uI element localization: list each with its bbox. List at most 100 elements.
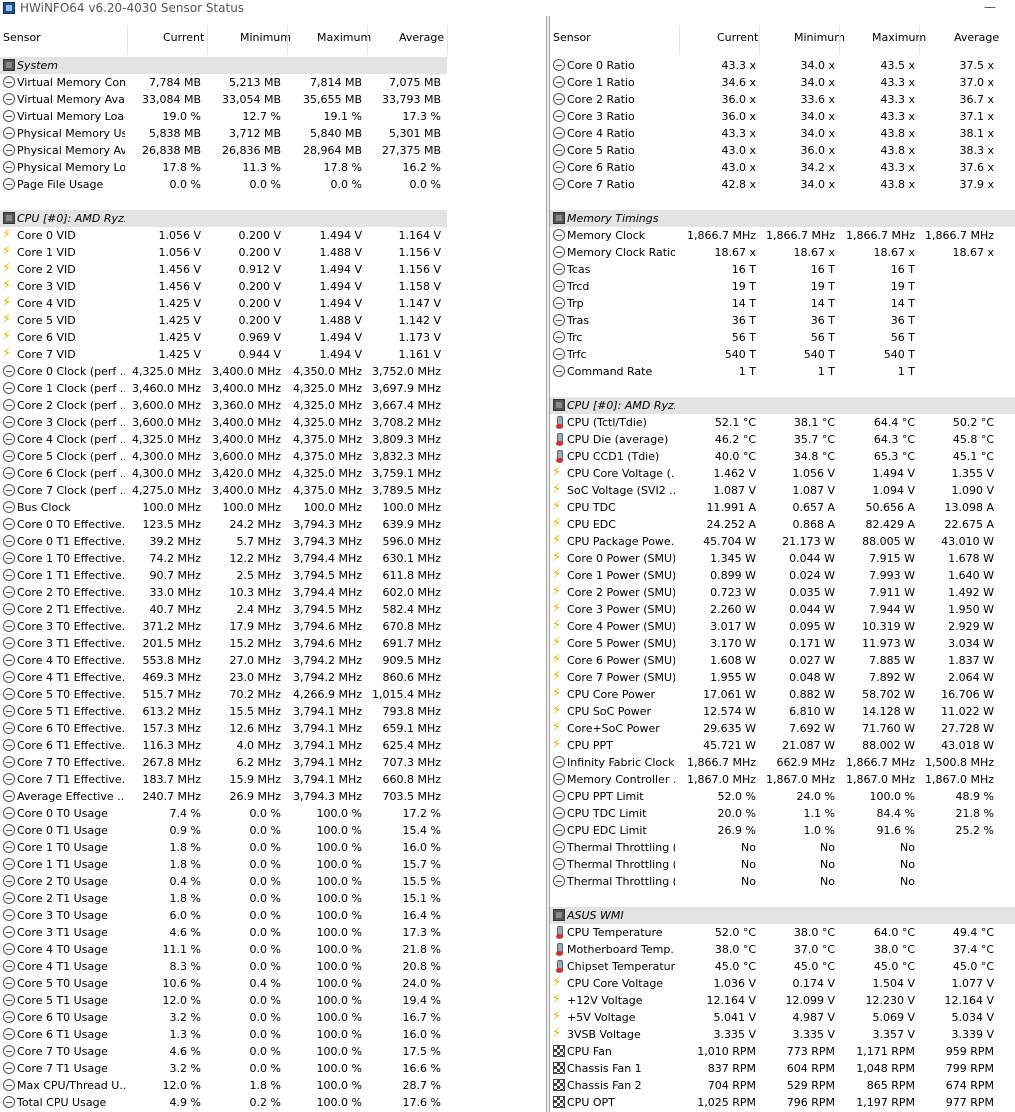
sensor-row[interactable]: Max CPU/Thread U... 12.0 % 1.8 % 100.0 % 28.…	[0, 1077, 546, 1094]
sensor-row[interactable]: Virtual Memory Avai... 33,084 MB 33,054 MB…	[0, 91, 546, 108]
sensor-row[interactable]: Core 4 Clock (perf ... 4,325.0 MHz 3,400.0…	[0, 431, 546, 448]
sensor-row[interactable]: Trp 14 T 14 T 14 T	[550, 295, 1015, 312]
sensor-row[interactable]: Thermal Throttling (... No No No	[550, 856, 1015, 873]
sensor-group-header[interactable]: System	[0, 57, 546, 74]
sensor-row[interactable]: CPU SoC Power 12.574 W 6.810 W 14.128 W 11.0…	[550, 703, 1015, 720]
sensor-row[interactable]: Core 7 VID 1.425 V 0.944 V 1.494 V 1.161 V	[0, 346, 546, 363]
sensor-row[interactable]: CPU Temperature 52.0 °C 38.0 °C 64.0 °C 49.4…	[550, 924, 1015, 941]
sensor-row[interactable]: Command Rate 1 T 1 T 1 T	[550, 363, 1015, 380]
sensor-row[interactable]: Core 2 T1 Usage 1.8 % 0.0 % 100.0 % 15.1 %	[0, 890, 546, 907]
sensor-row[interactable]: Core 5 Clock (perf ... 4,300.0 MHz 3,600.0…	[0, 448, 546, 465]
sensor-row[interactable]: Memory Controller ... 1,867.0 MHz 1,867.0 …	[550, 771, 1015, 788]
sensor-row[interactable]: CPU Package Powe... 45.704 W 21.173 W 88.00…	[550, 533, 1015, 550]
sensor-row[interactable]: Core 5 T1 Usage 12.0 % 0.0 % 100.0 % 19.4 %	[0, 992, 546, 1009]
sensor-row[interactable]: Trc 56 T 56 T 56 T	[550, 329, 1015, 346]
sensor-row[interactable]: Chassis Fan 2 704 RPM 529 RPM 865 RPM 674 RP…	[550, 1077, 1015, 1094]
sensor-row[interactable]: Core 2 T0 Effective... 33.0 MHz 10.3 MHz 3,…	[0, 584, 546, 601]
sensor-row[interactable]: Core 3 T0 Effective... 371.2 MHz 17.9 MHz 3…	[0, 618, 546, 635]
sensor-row[interactable]: Core 2 Clock (perf ... 3,600.0 MHz 3,360.0…	[0, 397, 546, 414]
sensor-row[interactable]: Physical Memory Av... 26,838 MB 26,836 MB 2…	[0, 142, 546, 159]
sensor-row[interactable]: Core 6 Ratio 43.0 x 34.2 x 43.3 x 37.6 x	[550, 159, 1015, 176]
sensor-row[interactable]: Virtual Memory Load 19.0 % 12.7 % 19.1 % 17.…	[0, 108, 546, 125]
sensor-row[interactable]: CPU EDC Limit 26.9 % 1.0 % 91.6 % 25.2 %	[550, 822, 1015, 839]
sensor-row[interactable]: Bus Clock 100.0 MHz 100.0 MHz 100.0 MHz 100.…	[0, 499, 546, 516]
sensor-row[interactable]: Infinity Fabric Clock... 1,866.7 MHz 662.9…	[550, 754, 1015, 771]
sensor-row[interactable]: Memory Clock Ratio 18.67 x 18.67 x 18.67 x 1…	[550, 244, 1015, 261]
sensor-group-header[interactable]: Memory Timings	[550, 210, 1015, 227]
sensor-row[interactable]: Trcd 19 T 19 T 19 T	[550, 278, 1015, 295]
header-average[interactable]: Average	[954, 31, 999, 44]
sensor-row[interactable]: +12V Voltage 12.164 V 12.099 V 12.230 V 12.1…	[550, 992, 1015, 1009]
sensor-row[interactable]: Core 4 T0 Effective... 553.8 MHz 27.0 MHz 3…	[0, 652, 546, 669]
sensor-row[interactable]: Core 7 Power (SMU) 1.955 W 0.048 W 7.892 W 2…	[550, 669, 1015, 686]
sensor-row[interactable]: Core 1 Power (SMU) 0.899 W 0.024 W 7.993 W 1…	[550, 567, 1015, 584]
sensor-row[interactable]: Core 7 Ratio 42.8 x 34.0 x 43.8 x 37.9 x	[550, 176, 1015, 193]
sensor-row[interactable]: Core 5 Power (SMU) 3.170 W 0.171 W 11.973 W…	[550, 635, 1015, 652]
sensor-row[interactable]: Core 0 Ratio 43.3 x 34.0 x 43.5 x 37.5 x	[550, 57, 1015, 74]
header-current[interactable]: Current	[717, 31, 758, 44]
sensor-group-header[interactable]: ASUS WMI	[550, 907, 1015, 924]
sensor-row[interactable]: +5V Voltage 5.041 V 4.987 V 5.069 V 5.034 V	[550, 1009, 1015, 1026]
sensor-row[interactable]: Core 0 Power (SMU) 1.345 W 0.044 W 7.915 W 1…	[550, 550, 1015, 567]
sensor-row[interactable]: Core 7 T0 Usage 4.6 % 0.0 % 100.0 % 17.5 %	[0, 1043, 546, 1060]
sensor-row[interactable]: Core 4 Power (SMU) 3.017 W 0.095 W 10.319 W…	[550, 618, 1015, 635]
sensor-row[interactable]: Core 1 T1 Usage 1.8 % 0.0 % 100.0 % 15.7 %	[0, 856, 546, 873]
sensor-row[interactable]: Core 1 Clock (perf ... 3,460.0 MHz 3,400.0…	[0, 380, 546, 397]
sensor-group-header[interactable]: CPU [#0]: AMD Ryz...	[0, 210, 546, 227]
sensor-row[interactable]: Core 6 T1 Effective... 116.3 MHz 4.0 MHz 3,…	[0, 737, 546, 754]
sensor-row[interactable]: Core 0 T1 Effective... 39.2 MHz 5.7 MHz 3,7…	[0, 533, 546, 550]
sensor-group-header[interactable]: CPU [#0]: AMD Ryz...	[550, 397, 1015, 414]
sensor-row[interactable]: Core 5 VID 1.425 V 0.200 V 1.488 V 1.142 V	[0, 312, 546, 329]
sensor-row[interactable]: Core 7 Clock (perf ... 4,275.0 MHz 3,400.0…	[0, 482, 546, 499]
sensor-row[interactable]: Chipset Temperature 45.0 °C 45.0 °C 45.0 °C…	[550, 958, 1015, 975]
sensor-row[interactable]: Core 5 T1 Effective... 613.2 MHz 15.5 MHz 3…	[0, 703, 546, 720]
sensor-row[interactable]: Core 1 T0 Usage 1.8 % 0.0 % 100.0 % 16.0 %	[0, 839, 546, 856]
sensor-row[interactable]: Thermal Throttling (... No No No	[550, 839, 1015, 856]
sensor-row[interactable]: Core 3 Ratio 36.0 x 34.0 x 43.3 x 37.1 x	[550, 108, 1015, 125]
sensor-row[interactable]: Core 0 T1 Usage 0.9 % 0.0 % 100.0 % 15.4 %	[0, 822, 546, 839]
sensor-row[interactable]: Chassis Fan 1 837 RPM 604 RPM 1,048 RPM 799 …	[550, 1060, 1015, 1077]
sensor-row[interactable]: SoC Voltage (SVI2 ... 1.087 V 1.087 V 1.094…	[550, 482, 1015, 499]
sensor-row[interactable]: Virtual Memory Com... 7,784 MB 5,213 MB 7,8…	[0, 74, 546, 91]
sensor-row[interactable]: Average Effective ... 240.7 MHz 26.9 MHz 3,…	[0, 788, 546, 805]
sensor-row[interactable]: CPU PPT 45.721 W 21.087 W 88.002 W 43.018 W	[550, 737, 1015, 754]
sensor-row[interactable]: CPU EDC 24.252 A 0.868 A 82.429 A 22.675 A	[550, 516, 1015, 533]
sensor-row[interactable]: Core 0 VID 1.056 V 0.200 V 1.494 V 1.164 V	[0, 227, 546, 244]
sensor-row[interactable]: Core 5 T0 Usage 10.6 % 0.4 % 100.0 % 24.0 %	[0, 975, 546, 992]
sensor-row[interactable]: CPU Fan 1,010 RPM 773 RPM 1,171 RPM 959 RPM	[550, 1043, 1015, 1060]
sensor-row[interactable]: Trfc 540 T 540 T 540 T	[550, 346, 1015, 363]
sensor-row[interactable]: Physical Memory Load 17.8 % 11.3 % 17.8 % 16…	[0, 159, 546, 176]
sensor-row[interactable]: Motherboard Temp... 38.0 °C 37.0 °C 38.0 °C…	[550, 941, 1015, 958]
sensor-row[interactable]: Core 2 Ratio 36.0 x 33.6 x 43.3 x 36.7 x	[550, 91, 1015, 108]
sensor-row[interactable]: Core 6 Power (SMU) 1.608 W 0.027 W 7.885 W 1…	[550, 652, 1015, 669]
sensor-row[interactable]: Tras 36 T 36 T 36 T	[550, 312, 1015, 329]
sensor-row[interactable]: Core 4 Ratio 43.3 x 34.0 x 43.8 x 38.1 x	[550, 125, 1015, 142]
sensor-row[interactable]: Core 7 T1 Effective... 183.7 MHz 15.9 MHz 3…	[0, 771, 546, 788]
sensor-row[interactable]: CPU Core Voltage 1.036 V 0.174 V 1.504 V 1.0…	[550, 975, 1015, 992]
sensor-row[interactable]: Core 4 VID 1.425 V 0.200 V 1.494 V 1.147 V	[0, 295, 546, 312]
sensor-row[interactable]: CPU TDC 11.991 A 0.657 A 50.656 A 13.098 A	[550, 499, 1015, 516]
sensor-row[interactable]: Core 1 Ratio 34.6 x 34.0 x 43.3 x 37.0 x	[550, 74, 1015, 91]
sensor-row[interactable]: Core 0 Clock (perf ... 4,325.0 MHz 3,400.0…	[0, 363, 546, 380]
header-minimum[interactable]: Minimum	[794, 31, 845, 44]
sensor-row[interactable]: Core 4 T1 Effective... 469.3 MHz 23.0 MHz 3…	[0, 669, 546, 686]
sensor-row[interactable]: Core 3 T1 Effective... 201.5 MHz 15.2 MHz 3…	[0, 635, 546, 652]
sensor-row[interactable]: Total CPU Usage 4.9 % 0.2 % 100.0 % 17.6 %	[0, 1094, 546, 1111]
sensor-row[interactable]: Core 2 VID 1.456 V 0.912 V 1.494 V 1.156 V	[0, 261, 546, 278]
sensor-row[interactable]: CPU Core Voltage (... 1.462 V 1.056 V 1.494…	[550, 465, 1015, 482]
sensor-row[interactable]: CPU Die (average) 46.2 °C 35.7 °C 64.3 °C 45…	[550, 431, 1015, 448]
sensor-row[interactable]: Core 2 Power (SMU) 0.723 W 0.035 W 7.911 W 1…	[550, 584, 1015, 601]
minimize-button[interactable]: —	[975, 0, 1005, 16]
sensor-row[interactable]: Tcas 16 T 16 T 16 T	[550, 261, 1015, 278]
sensor-row[interactable]: Core 5 T0 Effective... 515.7 MHz 70.2 MHz 4…	[0, 686, 546, 703]
left-sensor-panel[interactable]: Sensor Current Minimum Maximum Average S…	[0, 16, 546, 1112]
sensor-row[interactable]: CPU OPT 1,025 RPM 796 RPM 1,197 RPM 977 RPM	[550, 1094, 1015, 1111]
sensor-row[interactable]: Core 6 VID 1.425 V 0.969 V 1.494 V 1.173 V	[0, 329, 546, 346]
sensor-row[interactable]: Core 2 T0 Usage 0.4 % 0.0 % 100.0 % 15.5 %	[0, 873, 546, 890]
sensor-row[interactable]: Core+SoC Power 29.635 W 7.692 W 71.760 W 27.…	[550, 720, 1015, 737]
sensor-row[interactable]: Page File Usage 0.0 % 0.0 % 0.0 % 0.0 %	[0, 176, 546, 193]
sensor-row[interactable]: CPU Core Power 17.061 W 0.882 W 58.702 W 16.…	[550, 686, 1015, 703]
sensor-row[interactable]: Thermal Throttling (... No No No	[550, 873, 1015, 890]
sensor-row[interactable]: Core 0 T0 Effective... 123.5 MHz 24.2 MHz 3…	[0, 516, 546, 533]
sensor-row[interactable]: CPU TDC Limit 20.0 % 1.1 % 84.4 % 21.8 %	[550, 805, 1015, 822]
